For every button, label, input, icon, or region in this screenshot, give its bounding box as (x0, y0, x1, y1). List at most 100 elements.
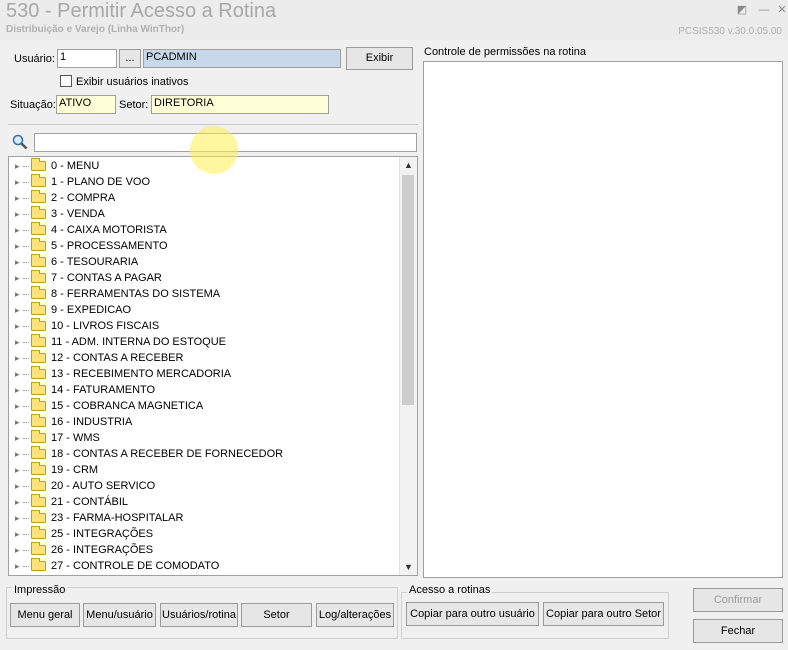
tree-node-label: 19 - CRM (51, 464, 99, 476)
folder-icon (31, 382, 46, 395)
folder-icon (31, 430, 46, 443)
tree-node-label: 25 - INTEGRAÇÕES (51, 528, 154, 540)
tree-node[interactable]: ▸ 19 - CRM (9, 462, 399, 478)
folder-icon (31, 542, 46, 555)
folder-icon (31, 270, 46, 283)
tree-node-label: 1 - PLANO DE VOO (51, 176, 151, 188)
show-button[interactable]: Exibir (346, 47, 413, 70)
tree-node-label: 27 - CONTROLE DE COMODATO (51, 560, 220, 572)
tree-scrollbar[interactable]: ▲ ▼ (399, 157, 417, 575)
tree-node[interactable]: ▸ 20 - AUTO SERVICO (9, 478, 399, 494)
tree-connector (23, 486, 29, 487)
tree-node-label: 9 - EXPEDICAO (51, 304, 132, 316)
tree-node[interactable]: ▸ 6 - TESOURARIA (9, 254, 399, 270)
folder-icon (31, 414, 46, 427)
setor-field: DIRETORIA (151, 95, 329, 114)
tree-node-label: 8 - FERRAMENTAS DO SISTEMA (51, 288, 221, 300)
divider (8, 124, 418, 125)
tree-connector (23, 246, 29, 247)
tree-connector (23, 566, 29, 567)
folder-icon (31, 398, 46, 411)
tree-node[interactable]: ▸ 17 - WMS (9, 430, 399, 446)
log-alteracoes-button[interactable]: Log/alterações (316, 603, 394, 627)
tree-node-label: 20 - AUTO SERVICO (51, 480, 156, 492)
tree-node[interactable]: ▸ 26 - INTEGRAÇÕES (9, 542, 399, 558)
tree-node-label: 2 - COMPRA (51, 192, 116, 204)
usuarios-rotina-button[interactable]: Usuários/rotina (160, 603, 238, 627)
user-code-input[interactable]: 1 (57, 49, 117, 68)
copy-to-sector-button[interactable]: Copiar para outro Setor (543, 602, 664, 626)
tree-node-label: 21 - CONTÁBIL (51, 496, 129, 508)
tree-connector (23, 374, 29, 375)
tree-node-label: 10 - LIVROS FISCAIS (51, 320, 160, 332)
folder-icon (31, 222, 46, 235)
search-icon[interactable] (12, 134, 28, 150)
tree-node[interactable]: ▸ 23 - FARMA-HOSPITALAR (9, 510, 399, 526)
setor-button[interactable]: Setor (241, 603, 312, 627)
minimize-icon[interactable]: — (758, 4, 770, 16)
tree-connector (23, 550, 29, 551)
routine-tree[interactable]: ▸ 0 - MENU ▸ 1 - PLANO DE VOO ▸ 2 - COMPRA ▸ 3 … (8, 156, 418, 576)
tree-connector (23, 390, 29, 391)
tree-connector (23, 454, 29, 455)
tree-node[interactable]: ▸ 21 - CONTÁBIL (9, 494, 399, 510)
tree-node[interactable]: ▸ 8 - FERRAMENTAS DO SISTEMA (9, 286, 399, 302)
tree-node[interactable]: ▸ 13 - RECEBIMENTO MERCADORIA (9, 366, 399, 382)
edit-icon[interactable]: ◩ (736, 4, 748, 16)
tree-connector (23, 294, 29, 295)
tree-connector (23, 166, 29, 167)
tree-connector (23, 310, 29, 311)
tree-node-label: 17 - WMS (51, 432, 100, 444)
folder-icon (31, 494, 46, 507)
tree-connector (23, 518, 29, 519)
tree-node[interactable]: ▸ 18 - CONTAS A RECEBER DE FORNECEDOR (9, 446, 399, 462)
scroll-up-icon[interactable]: ▲ (400, 157, 417, 173)
tree-connector (23, 326, 29, 327)
close-icon[interactable]: ✕ (776, 4, 788, 16)
tree-connector (23, 422, 29, 423)
tree-node[interactable]: ▸ 7 - CONTAS A PAGAR (9, 270, 399, 286)
permissions-panel[interactable] (423, 61, 783, 578)
scroll-down-icon[interactable]: ▼ (400, 559, 417, 575)
tree-node[interactable]: ▸ 11 - ADM. INTERNA DO ESTOQUE (9, 334, 399, 350)
scroll-thumb[interactable] (402, 175, 414, 405)
folder-icon (31, 526, 46, 539)
folder-icon (31, 558, 46, 571)
folder-icon (31, 206, 46, 219)
tree-node[interactable]: ▸ 4 - CAIXA MOTORISTA (9, 222, 399, 238)
tree-node[interactable]: ▸ 2 - COMPRA (9, 190, 399, 206)
tree-node[interactable]: ▸ 12 - CONTAS A RECEBER (9, 350, 399, 366)
tree-connector (23, 214, 29, 215)
tree-node[interactable]: ▸ 1 - PLANO DE VOO (9, 174, 399, 190)
tree-node-label: 4 - CAIXA MOTORISTA (51, 224, 167, 236)
inactive-users-checkbox[interactable] (60, 75, 72, 87)
folder-icon (31, 302, 46, 315)
close-button[interactable]: Fechar (693, 619, 783, 643)
setor-label: Setor: (119, 99, 149, 111)
tree-node-label: 3 - VENDA (51, 208, 105, 220)
tree-connector (23, 198, 29, 199)
tree-node-label: 15 - COBRANCA MAGNETICA (51, 400, 204, 412)
tree-node[interactable]: ▸ 27 - CONTROLE DE COMODATO (9, 558, 399, 574)
tree-node[interactable]: ▸ 10 - LIVROS FISCAIS (9, 318, 399, 334)
tree-node[interactable]: ▸ 3 - VENDA (9, 206, 399, 222)
user-lookup-button[interactable]: ... (119, 49, 141, 68)
copy-to-user-button[interactable]: Copiar para outro usuário (406, 602, 539, 626)
folder-icon (31, 366, 46, 379)
tree-node-label: 12 - CONTAS A RECEBER (51, 352, 184, 364)
tree-node[interactable]: ▸ 25 - INTEGRAÇÕES (9, 526, 399, 542)
tree-node[interactable]: ▸ 15 - COBRANCA MAGNETICA (9, 398, 399, 414)
menu-geral-button[interactable]: Menu geral (10, 603, 80, 627)
tree-connector (23, 278, 29, 279)
tree-node-label: 5 - PROCESSAMENTO (51, 240, 168, 252)
tree-node[interactable]: ▸ 9 - EXPEDICAO (9, 302, 399, 318)
folder-icon (31, 478, 46, 491)
tree-node[interactable]: ▸ 16 - INDUSTRIA (9, 414, 399, 430)
menu-usuario-button[interactable]: Menu/usuário (83, 603, 156, 627)
tree-node-label: 0 - MENU (51, 160, 100, 172)
confirm-button[interactable]: Confirmar (693, 588, 783, 612)
situacao-field: ATIVO (56, 95, 116, 114)
tree-connector (23, 230, 29, 231)
tree-node[interactable]: ▸ 5 - PROCESSAMENTO (9, 238, 399, 254)
tree-node[interactable]: ▸ 14 - FATURAMENTO (9, 382, 399, 398)
